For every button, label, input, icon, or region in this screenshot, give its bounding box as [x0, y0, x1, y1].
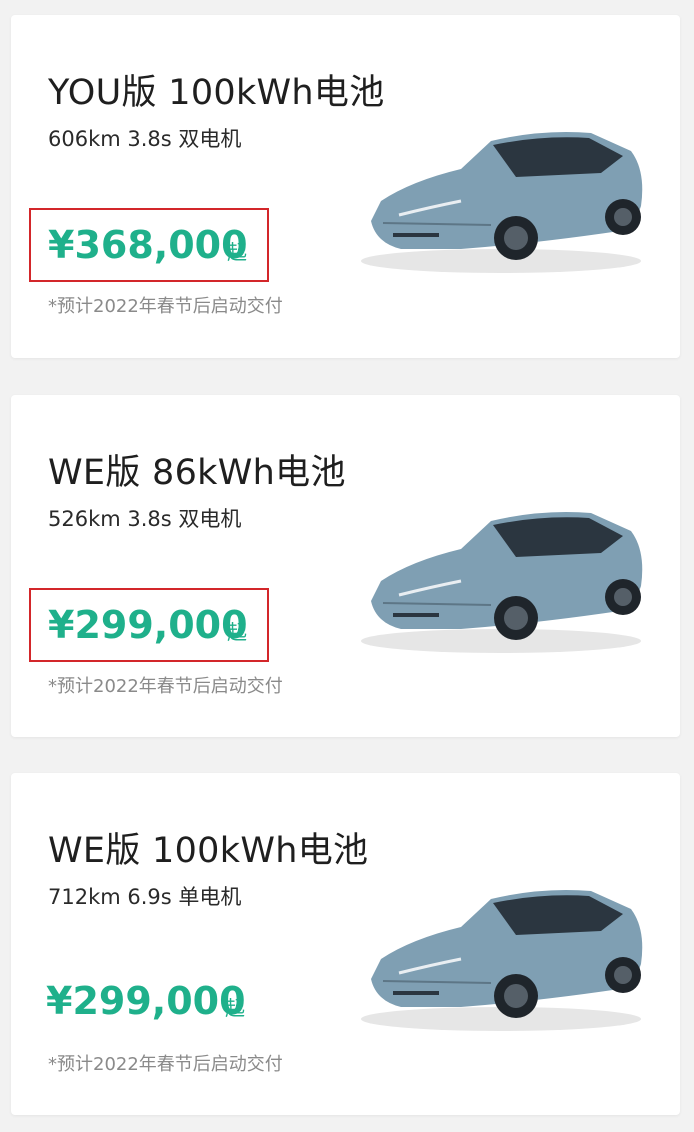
version-specs: 526km 3.8s 双电机	[48, 507, 242, 531]
price-value: ¥299,000	[46, 979, 246, 1023]
delivery-note: *预计2022年春节后启动交付	[48, 1054, 283, 1075]
car-image	[361, 132, 643, 273]
price-suffix: 起	[227, 240, 247, 264]
car-image	[361, 512, 643, 653]
car-version-list: YOU版 100kWh电池 606km 3.8s 双电机 ¥368,000 起 …	[0, 0, 694, 1132]
version-title: WE版 100kWh电池	[48, 831, 369, 871]
price-suffix: 起	[225, 996, 245, 1020]
price-value: ¥299,000	[48, 603, 248, 647]
version-card[interactable]: WE版 86kWh电池 526km 3.8s 双电机 ¥299,000 起 *预…	[11, 395, 680, 737]
delivery-note: *预计2022年春节后启动交付	[48, 676, 283, 697]
car-image	[361, 890, 643, 1031]
price-box: ¥299,000 起	[29, 966, 269, 1040]
version-title: YOU版 100kWh电池	[48, 73, 385, 113]
version-title: WE版 86kWh电池	[48, 453, 346, 493]
price-highlight-box: ¥299,000 起	[29, 588, 269, 662]
price-highlight-box: ¥368,000 起	[29, 208, 269, 282]
version-specs: 606km 3.8s 双电机	[48, 127, 242, 151]
price-suffix: 起	[227, 620, 247, 644]
version-card[interactable]: WE版 100kWh电池 712km 6.9s 单电机 ¥299,000 起 *…	[11, 773, 680, 1115]
delivery-note: *预计2022年春节后启动交付	[48, 296, 283, 317]
version-specs: 712km 6.9s 单电机	[48, 885, 242, 909]
version-card[interactable]: YOU版 100kWh电池 606km 3.8s 双电机 ¥368,000 起 …	[11, 15, 680, 358]
price-value: ¥368,000	[48, 223, 248, 267]
